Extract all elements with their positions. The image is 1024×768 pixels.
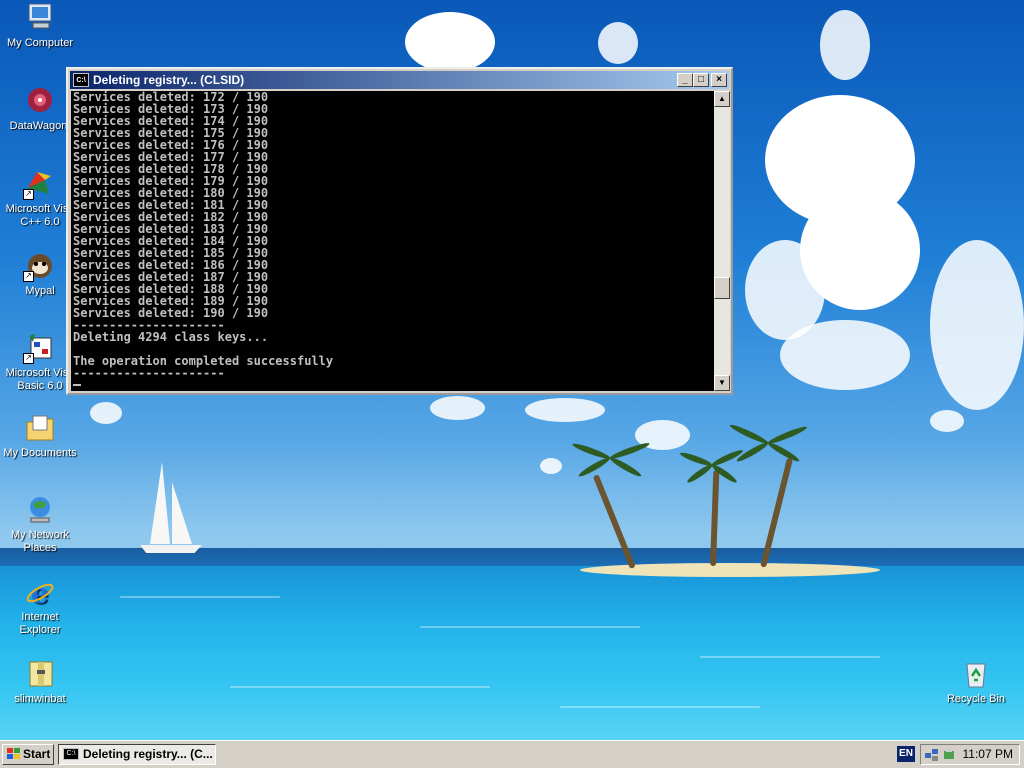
cloud: [405, 12, 495, 72]
sailboat-hull: [140, 545, 202, 553]
cloud: [780, 320, 910, 390]
minimize-button[interactable]: _: [677, 73, 693, 87]
icon-label: My Network Places: [10, 529, 70, 554]
icon-label: Internet Explorer: [19, 611, 61, 636]
scroll-thumb[interactable]: [714, 277, 730, 299]
svg-text:e: e: [31, 577, 49, 608]
taskbar-item-label: Deleting registry... (C...: [83, 747, 213, 761]
network-places-icon: [23, 494, 57, 526]
cloud: [430, 396, 485, 420]
desktop-icon-internet-explorer[interactable]: e Internet Explorer: [0, 576, 80, 637]
console-window[interactable]: C:\ Deleting registry... (CLSID) _ □ × S…: [66, 67, 733, 395]
cloud: [930, 410, 964, 432]
desktop-icon-my-documents[interactable]: My Documents: [0, 412, 80, 460]
desktop-icon-recycle-bin[interactable]: Recycle Bin: [936, 658, 1016, 706]
visual-basic-icon: ↗: [23, 332, 57, 364]
text-cursor: [73, 384, 81, 386]
close-button[interactable]: ×: [711, 73, 727, 87]
vertical-scrollbar[interactable]: ▲ ▼: [714, 91, 730, 391]
my-documents-icon: [23, 412, 57, 444]
icon-label: slimwinbat: [14, 693, 66, 705]
scroll-down-button[interactable]: ▼: [714, 375, 730, 391]
console-icon: C:\: [73, 73, 89, 87]
start-button[interactable]: Start: [2, 744, 54, 765]
network-icon[interactable]: [925, 748, 939, 761]
desktop-icon-my-computer[interactable]: My Computer: [0, 2, 80, 50]
island: [580, 563, 880, 577]
cloud: [820, 10, 870, 80]
mypal-icon: ↗: [23, 250, 57, 282]
my-computer-icon: [23, 2, 57, 34]
cloud: [598, 22, 638, 64]
window-titlebar[interactable]: C:\ Deleting registry... (CLSID) _ □ ×: [70, 71, 729, 89]
taskbar-item-console[interactable]: C:\ Deleting registry... (C...: [58, 744, 216, 765]
maximize-button[interactable]: □: [693, 73, 709, 87]
cloud: [930, 240, 1024, 410]
icon-label: My Documents: [3, 447, 77, 459]
icon-label: Recycle Bin: [946, 693, 1006, 705]
language-indicator[interactable]: EN: [897, 746, 915, 762]
cloud: [525, 398, 605, 422]
recycle-bin-icon: [959, 658, 993, 690]
safely-remove-icon[interactable]: [943, 748, 957, 761]
internet-explorer-icon: e: [23, 576, 57, 610]
cloud: [540, 458, 562, 474]
console-icon: C:\: [63, 748, 79, 760]
desktop-icon-slimwinbat[interactable]: slimwinbat: [0, 658, 80, 706]
datawagon-icon: [23, 85, 57, 117]
sea: [0, 566, 1024, 740]
icon-label: My Computer: [6, 37, 74, 49]
clock[interactable]: 11:07 PM: [963, 745, 1013, 764]
window-title: Deleting registry... (CLSID): [93, 73, 245, 87]
cloud: [90, 402, 122, 424]
windows-logo-icon: [7, 748, 20, 760]
visual-cpp-icon: ↗: [23, 168, 57, 200]
sailboat-jib: [172, 482, 192, 544]
console-text: Services deleted: 172 / 190 Services del…: [73, 91, 334, 380]
start-label: Start: [23, 747, 51, 761]
batch-file-icon: [23, 658, 57, 690]
desktop-icon-network-places[interactable]: My Network Places: [0, 494, 80, 555]
scroll-up-button[interactable]: ▲: [714, 91, 730, 107]
system-tray: 11:07 PM: [920, 744, 1020, 765]
console-output[interactable]: Services deleted: 172 / 190 Services del…: [71, 91, 714, 391]
sailboat-sail: [150, 462, 170, 544]
taskbar: Start C:\ Deleting registry... (C... EN …: [0, 740, 1024, 768]
